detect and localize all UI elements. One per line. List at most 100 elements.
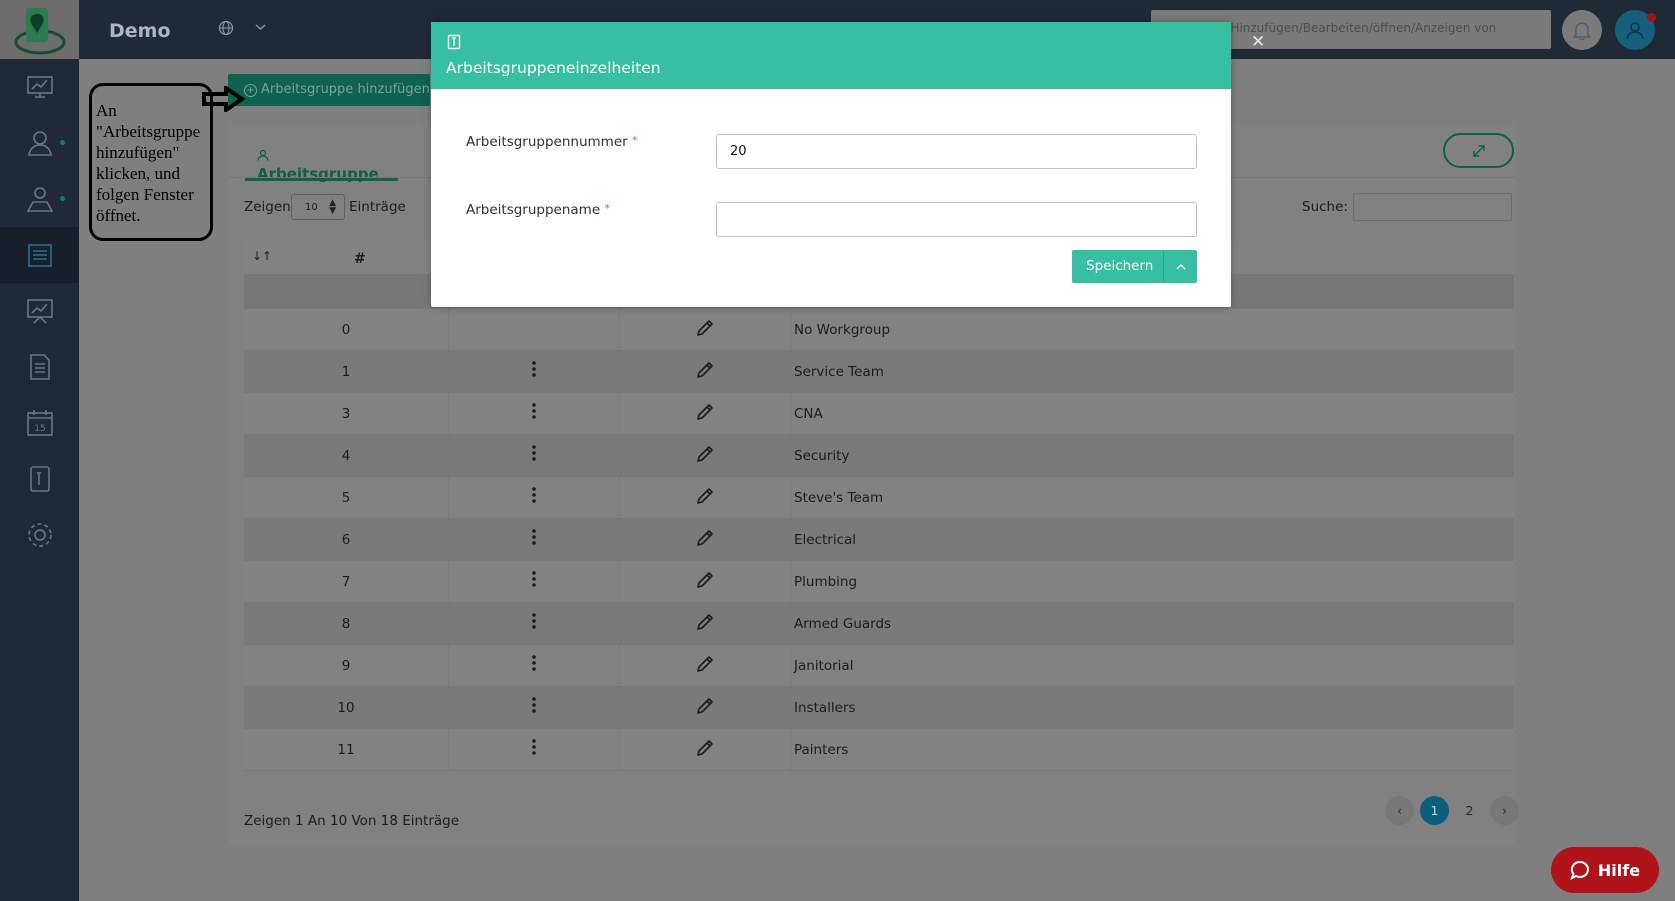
more-vertical-icon[interactable] (448, 403, 619, 424)
annotation-line: An (96, 101, 117, 120)
dashboard-icon (26, 76, 53, 98)
more-vertical-icon[interactable] (448, 361, 619, 382)
table-search-input[interactable] (1353, 193, 1512, 221)
workgroup-number-field[interactable] (716, 134, 1197, 169)
calendar-icon: 15 (26, 410, 53, 436)
column-divider (790, 519, 791, 560)
pencil-icon[interactable] (619, 696, 790, 720)
id-card-icon (29, 466, 50, 492)
required-marker: * (604, 202, 610, 215)
users-icon (27, 131, 52, 156)
table-row: 6 Electrical (244, 519, 1514, 561)
tab-workgroup[interactable]: Arbeitsgruppe (245, 133, 398, 183)
more-vertical-icon[interactable] (448, 445, 619, 466)
pencil-icon[interactable] (619, 318, 790, 342)
app-logo[interactable] (0, 0, 79, 59)
pencil-icon[interactable] (619, 654, 790, 678)
row-number: 5 (341, 490, 351, 506)
page-button-2[interactable]: 2 (1455, 796, 1484, 825)
workgroup-name-field[interactable] (716, 202, 1197, 237)
sidebar-item-settings[interactable] (0, 507, 79, 563)
column-divider (790, 477, 791, 518)
modal-header: Arbeitsgruppeneinzelheiten (431, 22, 1231, 89)
column-divider (790, 561, 791, 602)
sidebar-item-users[interactable] (0, 115, 79, 171)
pagination: ‹ 1 2 › (1385, 796, 1519, 828)
row-number: 6 (341, 532, 351, 548)
workgroup-name: Plumbing (794, 574, 858, 590)
column-divider (790, 435, 791, 476)
more-vertical-icon[interactable] (448, 571, 619, 592)
column-divider (790, 351, 791, 392)
pencil-icon[interactable] (619, 528, 790, 552)
pencil-icon[interactable] (619, 360, 790, 384)
table-body: 0 No Workgroup 1 Service Team 3 CNA 4 Security 5… (244, 309, 1514, 771)
entries-label: Einträge (349, 199, 406, 215)
sort-icon[interactable]: ↓↑ (252, 249, 272, 263)
table-row: 3 CNA (244, 393, 1514, 435)
help-button[interactable]: Hilfe (1551, 847, 1659, 893)
more-vertical-icon[interactable] (448, 739, 619, 760)
row-number: 0 (341, 322, 351, 338)
row-number: 9 (341, 658, 351, 674)
column-divider (790, 687, 791, 728)
column-divider (790, 645, 791, 686)
add-workgroup-button[interactable]: + Arbeitsgruppe hinzufügen (228, 74, 430, 106)
notification-dot (1647, 13, 1656, 22)
page-size-select[interactable]: 10 ▲ ▼ (291, 194, 345, 220)
row-number: 10 (337, 700, 355, 716)
table-row: 5 Steve's Team (244, 477, 1514, 519)
more-vertical-icon[interactable] (448, 613, 619, 634)
pencil-icon[interactable] (619, 612, 790, 636)
more-vertical-icon[interactable] (448, 529, 619, 550)
next-page-button[interactable]: › (1490, 796, 1519, 825)
table-row: 8 Armed Guards (244, 603, 1514, 645)
chart-icon (26, 299, 53, 324)
add-workgroup-label: Arbeitsgruppe hinzufügen (261, 82, 430, 97)
workgroup-name: Steve's Team (794, 490, 884, 506)
annotation-line: folgen Fenster (96, 185, 194, 204)
chevron-down-icon[interactable] (255, 20, 266, 34)
column-divider (790, 393, 791, 434)
save-button[interactable]: Speichern (1072, 250, 1197, 283)
sidebar-item-schedule[interactable] (0, 227, 79, 283)
globe-icon[interactable] (218, 20, 234, 40)
chevron-up-icon[interactable] (1163, 250, 1197, 283)
annotation-line: klicken, und (96, 164, 181, 183)
tutorial-annotation: An "Arbeitsgruppe hinzufügen" klicken, u… (89, 83, 213, 241)
document-icon (29, 354, 50, 380)
user-icon (257, 147, 269, 165)
annotation-line: "Arbeitsgruppe (96, 122, 201, 141)
calendar-icon-label: 15 (34, 424, 45, 434)
sidebar-item-documents[interactable] (0, 339, 79, 395)
table-row: 0 No Workgroup (244, 309, 1514, 351)
column-divider (448, 309, 449, 350)
workgroup-name: Installers (794, 700, 856, 716)
page-button-1[interactable]: 1 (1420, 796, 1449, 825)
column-header-number[interactable]: # (354, 251, 366, 267)
id-card-icon (447, 34, 461, 50)
more-vertical-icon[interactable] (448, 487, 619, 508)
pencil-icon[interactable] (619, 402, 790, 426)
close-icon[interactable]: ✕ (1251, 32, 1265, 52)
sidebar-item-reports[interactable] (0, 283, 79, 339)
pencil-icon[interactable] (619, 444, 790, 468)
table-info: Zeigen 1 An 10 Von 18 Einträge (244, 813, 460, 829)
prev-page-button[interactable]: ‹ (1385, 796, 1414, 825)
row-number: 1 (341, 364, 351, 380)
sidebar-item-badges[interactable] (0, 451, 79, 507)
bell-icon[interactable] (1562, 10, 1602, 50)
table-row: 11 Painters (244, 729, 1514, 771)
pencil-icon[interactable] (619, 570, 790, 594)
help-label: Hilfe (1597, 860, 1641, 880)
more-vertical-icon[interactable] (448, 697, 619, 718)
sidebar-item-calendar[interactable]: 15 (0, 395, 79, 451)
pencil-icon[interactable] (619, 486, 790, 510)
sidebar-item-dashboard[interactable] (0, 59, 79, 115)
pencil-icon[interactable] (619, 738, 790, 762)
row-number: 8 (341, 616, 351, 632)
search-label: Suche: (1302, 199, 1348, 215)
expand-button[interactable] (1443, 133, 1514, 168)
sidebar-item-map-users[interactable] (0, 171, 79, 227)
more-vertical-icon[interactable] (448, 655, 619, 676)
